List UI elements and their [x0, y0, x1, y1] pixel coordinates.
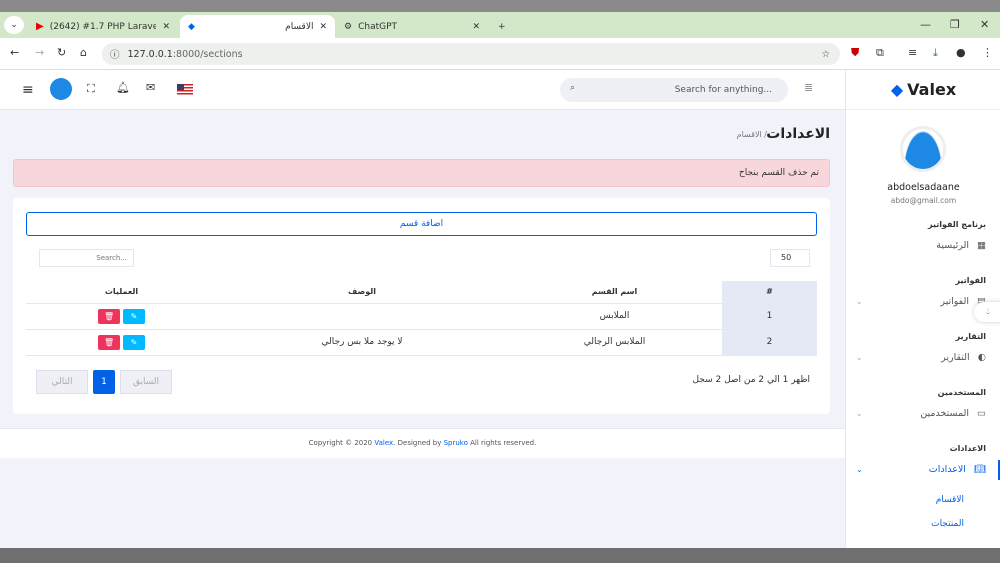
nav-heading: التقارير [955, 332, 986, 341]
close-icon[interactable]: ✕ [472, 22, 480, 32]
theme-toggle-icon[interactable]: 💧︎ [974, 302, 1000, 322]
reload-icon[interactable]: ↻ [57, 46, 66, 59]
breadcrumb: / الاقسام [736, 130, 767, 139]
column-header-name[interactable]: اسم القسم [507, 281, 722, 304]
sidebar-item-settings[interactable]: 📖︎ الاعدادات ⌄ [856, 464, 986, 475]
nav-heading: برنامج الفواتير [928, 220, 986, 229]
tab-list-button[interactable]: ⌄ [4, 16, 24, 34]
sidebar-item-users[interactable]: ▭ المستخدمين ⌄ [856, 408, 986, 419]
menu-toggle-icon[interactable]: ≣ [804, 81, 813, 94]
flag-us-icon[interactable] [177, 84, 193, 95]
nav-heading: الاعدادات [949, 444, 986, 453]
tab-sections[interactable]: ◆ الاقسام ✕ [180, 15, 335, 38]
extension-icon[interactable]: ⛊ [851, 46, 859, 60]
user-email: abdo@gmail.com [890, 196, 957, 205]
user-name: abdoelsadaane [887, 182, 960, 193]
chart-icon: ◐ [977, 352, 986, 363]
sidebar-subitem-sections[interactable]: الاقسام [884, 495, 964, 505]
media-icon[interactable]: ≡ [908, 46, 917, 59]
tab-chatgpt[interactable]: ⚙ ChatGPT ✕ [336, 15, 488, 38]
nav-heading: الفواتير [955, 276, 986, 285]
delete-button[interactable]: 🗑︎ [98, 334, 121, 350]
extensions-icon[interactable]: ⧉ [876, 46, 884, 60]
footer: Copyright © 2020 Valex. Designed by Spru… [0, 428, 845, 458]
star-icon[interactable]: ☆ [821, 49, 830, 60]
top-header: ≡ ⛶ 🔔︎ ✉ ⌕ Search for anything... ≣ [0, 70, 845, 110]
column-header-id[interactable]: # [722, 281, 817, 304]
search-icon: ⌕ [570, 83, 576, 93]
close-icon[interactable]: ✕ [319, 22, 327, 32]
maximize-icon[interactable]: ❐ [950, 18, 960, 31]
edit-button[interactable]: ✎ [122, 334, 145, 350]
sidebar: ◆ Valex abdoelsadaane abdo@gmail.com برنا… [845, 70, 1000, 548]
chevron-down-icon: ⌄ [856, 297, 863, 306]
brand-logo[interactable]: ◆ Valex [846, 70, 1000, 110]
cell-name: الملابس الرجالي [507, 329, 722, 356]
table-row: 2 الملابس الرجالي لا يوجد ملا بس رجالي 🗑… [26, 329, 817, 356]
search-input[interactable]: ⌕ Search for anything... [560, 78, 788, 102]
previous-button[interactable]: السابق [120, 370, 172, 394]
chatgpt-icon: ⚙ [344, 21, 353, 32]
cell-name: الملابس [507, 303, 722, 330]
home-icon[interactable]: ⌂ [80, 46, 87, 59]
app-page: ≡ ⛶ 🔔︎ ✉ ⌕ Search for anything... ≣ الاعد… [0, 70, 1000, 548]
address-bar-row: ← → ↻ ⌂ ⓘ 127.0.0.1:8000/sections ☆ ⛊ ⧉ ≡ … [0, 38, 1000, 70]
minimize-icon[interactable]: — [920, 18, 931, 31]
cell-id: 1 [722, 303, 817, 330]
fullscreen-icon[interactable]: ⛶ [87, 82, 95, 96]
dashboard-icon: ▦ [977, 240, 986, 251]
menu-icon[interactable]: ⋮ [982, 46, 993, 59]
table-search-input[interactable]: Search... [39, 249, 134, 267]
sidebar-subitem-products[interactable]: المنتجات [884, 519, 964, 529]
window-bottom [0, 548, 1000, 563]
cell-id: 2 [722, 329, 817, 356]
book-icon: 📖︎ [973, 464, 986, 475]
next-button[interactable]: التالي [36, 370, 88, 394]
mail-icon[interactable]: ✉ [146, 81, 155, 94]
valex-icon: ◆ [188, 21, 195, 32]
sidebar-item-home[interactable]: ▦ الرئيسية [856, 240, 986, 251]
forward-icon[interactable]: → [35, 46, 44, 59]
hamburger-icon[interactable]: ≡ [22, 82, 34, 98]
user-avatar[interactable] [900, 126, 946, 172]
users-icon: ▭ [977, 408, 986, 419]
page-1-button[interactable]: 1 [93, 370, 115, 394]
tab-strip: ⌄ ▶(2642) #1.7 PHP Laravel Ecomm✕ ◆الاقس… [0, 12, 1000, 38]
close-icon[interactable]: ✕ [162, 22, 170, 32]
sidebar-item-reports[interactable]: ◐ التقارير ⌄ [856, 352, 986, 363]
column-header-description[interactable]: الوصف [217, 281, 507, 304]
sections-card: اضافة قسم 50 Search... # اسم القسم الوصف… [13, 198, 830, 414]
profile-icon[interactable]: ● [956, 46, 966, 59]
sidebar-item-invoices[interactable]: ▤الفواتير⌄ [856, 296, 986, 307]
edit-button[interactable]: ✎ [122, 308, 145, 324]
info-icon: ⓘ [110, 50, 120, 61]
chevron-down-icon: ⌄ [856, 465, 863, 474]
page-title: الاعدادات [766, 126, 830, 142]
avatar[interactable] [50, 78, 72, 100]
tab-youtube[interactable]: ▶(2642) #1.7 PHP Laravel Ecomm✕ [28, 15, 178, 38]
window-top [0, 0, 1000, 12]
new-tab-button[interactable]: + [490, 15, 514, 38]
url-input[interactable]: ⓘ 127.0.0.1:8000/sections ☆ [102, 43, 840, 65]
table-info: اظهر 1 الي 2 من اصل 2 سجل [692, 375, 810, 385]
bell-icon[interactable]: 🔔︎ [116, 81, 130, 94]
chevron-down-icon: ⌄ [856, 353, 863, 362]
chevron-down-icon: ⌄ [856, 409, 863, 418]
alert-success: تم حذف القسم بنجاح [13, 159, 830, 187]
table-row: 1 الملابس 🗑︎ ✎ [26, 303, 817, 330]
add-section-button[interactable]: اضافة قسم [26, 212, 817, 236]
youtube-icon: ▶ [36, 21, 44, 32]
column-header-actions[interactable]: العمليات [26, 281, 217, 304]
cell-description [217, 303, 507, 330]
back-icon[interactable]: ← [10, 46, 19, 59]
cell-description: لا يوجد ملا بس رجالي [217, 329, 507, 356]
delete-button[interactable]: 🗑︎ [98, 308, 121, 324]
sections-table: # اسم القسم الوصف العمليات 1 الملابس 🗑︎ … [26, 281, 817, 356]
page-length-select[interactable]: 50 [770, 249, 810, 267]
valex-logo-icon: ◆ [890, 80, 904, 99]
nav-heading: المستخدمين [937, 388, 986, 397]
close-window-icon[interactable]: ✕ [980, 18, 989, 31]
download-icon[interactable]: ⤓ [933, 46, 938, 60]
